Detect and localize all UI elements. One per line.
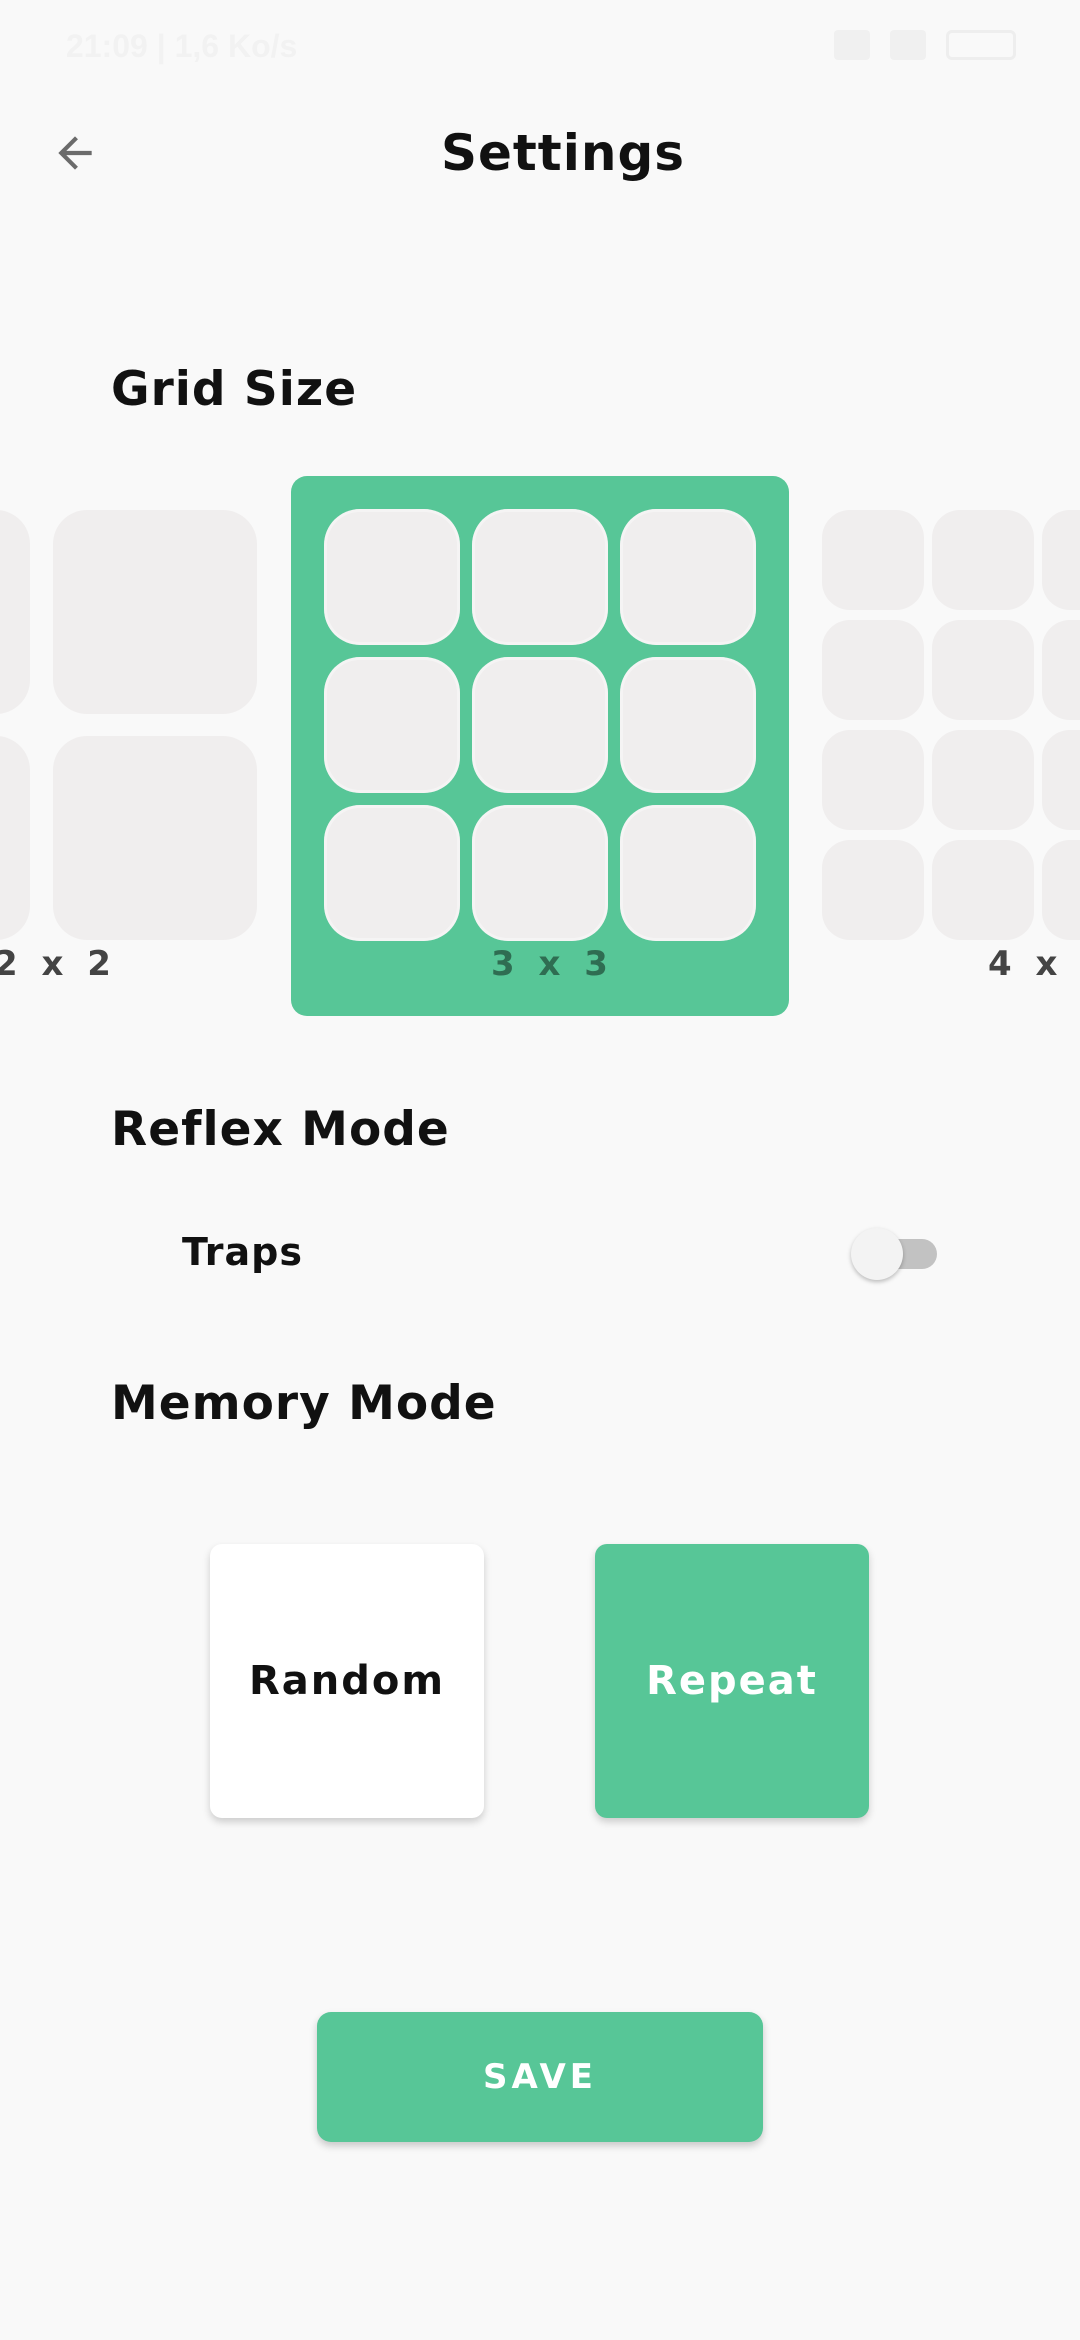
traps-label: Traps	[182, 1230, 303, 1274]
grid-cell	[0, 736, 30, 940]
grid-cell	[822, 840, 924, 940]
traps-toggle[interactable]	[851, 1226, 941, 1282]
settings-screen: 21:09 | 1,6 Ko/s Settings Grid Size 2 x …	[0, 0, 1080, 2340]
status-bar: 21:09 | 1,6 Ko/s	[0, 0, 1080, 96]
repeat-mode-label: Repeat	[646, 1658, 818, 1704]
page-title: Settings	[440, 124, 685, 182]
grid-cell	[620, 805, 756, 941]
grid-cell	[822, 620, 924, 720]
signal-icon	[890, 30, 926, 60]
grid-cell	[1042, 510, 1080, 610]
grid-label-4x4: 4 x 4	[988, 944, 1080, 984]
grid-cell	[53, 736, 257, 940]
grid-cell	[932, 510, 1034, 610]
grid-size-title: Grid Size	[111, 362, 358, 417]
grid-cell	[620, 657, 756, 793]
save-label: SAVE	[482, 2057, 598, 2097]
grid-cell	[324, 805, 460, 941]
status-icons	[834, 30, 1016, 60]
grid-cell	[472, 509, 608, 645]
grid-cell	[53, 510, 257, 714]
grid-cell	[1042, 840, 1080, 940]
status-time: 21:09 | 1,6 Ko/s	[66, 28, 298, 64]
grid-cell	[932, 840, 1034, 940]
memory-mode-title: Memory Mode	[111, 1376, 497, 1431]
grid-cell	[1042, 620, 1080, 720]
save-button[interactable]: SAVE	[317, 2012, 763, 2142]
grid-cell	[932, 620, 1034, 720]
grid-cell	[932, 730, 1034, 830]
battery-icon	[946, 30, 1016, 60]
grid-label-2x2: 2 x 2	[0, 944, 117, 984]
reflex-mode-title: Reflex Mode	[111, 1102, 450, 1157]
random-mode-button[interactable]: Random	[210, 1544, 484, 1818]
random-mode-label: Random	[248, 1658, 446, 1704]
bluetooth-icon	[834, 30, 870, 60]
grid-cell	[1042, 730, 1080, 830]
grid-cell	[822, 510, 924, 610]
grid-cell	[620, 509, 756, 645]
grid-cell	[324, 509, 460, 645]
grid-cell	[822, 730, 924, 830]
grid-cell	[472, 657, 608, 793]
grid-label-3x3: 3 x 3	[491, 944, 614, 984]
toggle-thumb	[851, 1228, 903, 1280]
grid-cell	[0, 510, 30, 714]
grid-cell	[324, 657, 460, 793]
grid-cell	[472, 805, 608, 941]
repeat-mode-button[interactable]: Repeat	[595, 1544, 869, 1818]
grid-option-3x3[interactable]: 3 x 3	[291, 476, 789, 1016]
